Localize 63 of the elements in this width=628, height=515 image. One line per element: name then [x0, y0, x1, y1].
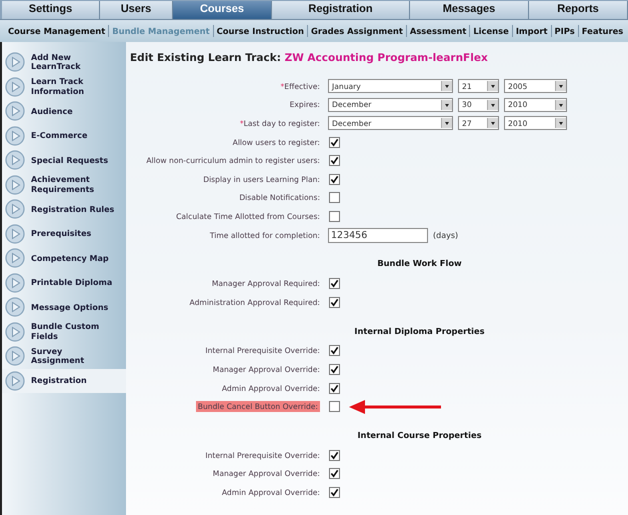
checkbox[interactable]	[329, 401, 340, 412]
sub-tab[interactable]: Import	[514, 26, 550, 36]
checkbox[interactable]	[329, 296, 340, 308]
play-icon	[5, 101, 25, 122]
checkbox[interactable]	[329, 192, 340, 204]
nav-tab[interactable]: Messages	[410, 1, 529, 19]
sub-tab[interactable]: Course Management	[6, 26, 108, 36]
checkbox[interactable]	[329, 486, 340, 498]
section-heading: Internal Course Properties	[357, 430, 482, 440]
checkbox[interactable]	[329, 345, 340, 356]
sub-tab[interactable]: Features	[580, 26, 626, 36]
sub-tab[interactable]: License	[471, 26, 511, 36]
nav-tab[interactable]: Reports	[529, 1, 628, 19]
sidebar-item[interactable]: Registration Rules	[2, 197, 126, 222]
learn-track-name: ZW Accounting Program-learnFlex	[284, 52, 488, 64]
sidebar-item[interactable]: Special Requests	[2, 148, 126, 172]
checkbox[interactable]	[329, 278, 340, 290]
sidebar-item[interactable]: Add New LearnTrack	[2, 50, 126, 74]
play-icon	[5, 370, 25, 391]
checkbox[interactable]	[329, 382, 340, 394]
sub-tab[interactable]: PIPs	[552, 26, 577, 36]
play-icon	[5, 346, 25, 366]
sidebar-item[interactable]: Message Options	[2, 295, 126, 320]
nav-tab[interactable]: Courses	[173, 1, 272, 19]
play-icon	[5, 174, 25, 195]
sidebar-item[interactable]: Registration	[2, 368, 126, 393]
sidebar-item[interactable]: Prerequisites	[2, 222, 126, 246]
sidebar-item[interactable]: Achievement Requirements	[2, 172, 126, 197]
sub-tab[interactable]: Course Instruction	[214, 26, 306, 36]
page-title: Edit Existing Learn Track:	[130, 52, 281, 64]
sidebar-item[interactable]: E-Commerce	[2, 124, 126, 148]
sidebar-item[interactable]: Competency Map	[2, 246, 126, 270]
checkbox[interactable]	[329, 364, 340, 375]
nav-tab[interactable]: Settings	[2, 1, 100, 19]
sub-tab[interactable]: Assessment	[408, 26, 468, 36]
checkbox[interactable]	[329, 136, 340, 148]
nav-tab[interactable]: Registration	[272, 1, 410, 19]
play-icon	[5, 224, 25, 244]
section-heading: Internal Diploma Properties	[354, 326, 485, 336]
checkbox[interactable]	[329, 468, 340, 480]
play-icon	[5, 199, 25, 220]
sidebar-item[interactable]: Bundle Custom Fields	[2, 320, 126, 344]
sidebar-item[interactable]: Printable Diploma	[2, 270, 126, 295]
unit-label: (days)	[433, 230, 458, 240]
play-icon	[5, 297, 25, 318]
checkbox[interactable]	[329, 174, 340, 185]
sub-tab[interactable]: Grades Assignment	[308, 26, 405, 36]
nav-tab[interactable]: Users	[100, 1, 173, 19]
sidebar-item[interactable]: Audience	[2, 99, 126, 124]
play-icon	[5, 126, 25, 146]
checkbox[interactable]	[329, 450, 340, 461]
play-icon	[5, 248, 25, 268]
sidebar-item[interactable]: Learn Track Information	[2, 74, 126, 99]
section-heading: Bundle Work Flow	[377, 258, 462, 268]
play-icon	[5, 272, 25, 293]
input-field[interactable]: 123456	[328, 228, 428, 243]
play-icon	[5, 150, 25, 170]
checkbox[interactable]	[329, 210, 340, 222]
sidebar-item[interactable]: Survey Assignment	[2, 344, 126, 368]
play-icon	[5, 76, 25, 97]
checkbox[interactable]	[329, 155, 340, 166]
play-icon	[5, 52, 25, 72]
play-icon	[5, 322, 25, 342]
